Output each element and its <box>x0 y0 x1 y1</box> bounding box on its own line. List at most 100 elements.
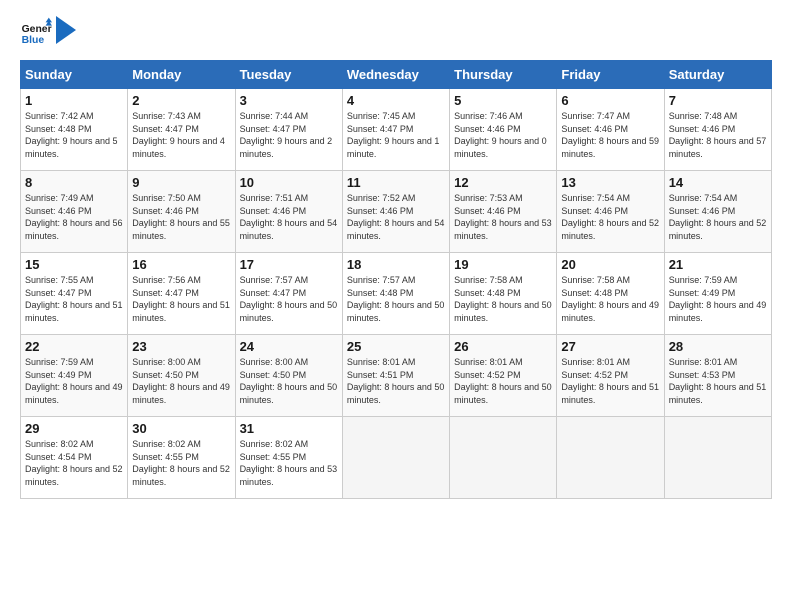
day-number: 9 <box>132 175 230 190</box>
calendar-cell: 5 Sunrise: 7:46 AMSunset: 4:46 PMDayligh… <box>450 89 557 171</box>
day-info: Sunrise: 7:47 AMSunset: 4:46 PMDaylight:… <box>561 110 659 160</box>
calendar-cell: 29 Sunrise: 8:02 AMSunset: 4:54 PMDaylig… <box>21 417 128 499</box>
day-info: Sunrise: 7:55 AMSunset: 4:47 PMDaylight:… <box>25 274 123 324</box>
day-number: 2 <box>132 93 230 108</box>
day-number: 4 <box>347 93 445 108</box>
day-number: 18 <box>347 257 445 272</box>
day-info: Sunrise: 7:54 AMSunset: 4:46 PMDaylight:… <box>561 192 659 242</box>
day-info: Sunrise: 7:56 AMSunset: 4:47 PMDaylight:… <box>132 274 230 324</box>
day-number: 6 <box>561 93 659 108</box>
day-info: Sunrise: 7:59 AMSunset: 4:49 PMDaylight:… <box>25 356 123 406</box>
weekday-header-thursday: Thursday <box>450 61 557 89</box>
day-info: Sunrise: 7:57 AMSunset: 4:47 PMDaylight:… <box>240 274 338 324</box>
calendar-cell: 18 Sunrise: 7:57 AMSunset: 4:48 PMDaylig… <box>342 253 449 335</box>
day-info: Sunrise: 7:53 AMSunset: 4:46 PMDaylight:… <box>454 192 552 242</box>
day-number: 23 <box>132 339 230 354</box>
calendar-cell: 28 Sunrise: 8:01 AMSunset: 4:53 PMDaylig… <box>664 335 771 417</box>
day-info: Sunrise: 7:44 AMSunset: 4:47 PMDaylight:… <box>240 110 338 160</box>
calendar-cell: 21 Sunrise: 7:59 AMSunset: 4:49 PMDaylig… <box>664 253 771 335</box>
calendar-cell: 13 Sunrise: 7:54 AMSunset: 4:46 PMDaylig… <box>557 171 664 253</box>
day-number: 28 <box>669 339 767 354</box>
calendar-cell: 12 Sunrise: 7:53 AMSunset: 4:46 PMDaylig… <box>450 171 557 253</box>
day-number: 13 <box>561 175 659 190</box>
calendar-cell: 26 Sunrise: 8:01 AMSunset: 4:52 PMDaylig… <box>450 335 557 417</box>
week-row-2: 8 Sunrise: 7:49 AMSunset: 4:46 PMDayligh… <box>21 171 772 253</box>
day-number: 22 <box>25 339 123 354</box>
main-container: General Blue SundayMondayTuesdayWednesda… <box>0 0 792 509</box>
day-info: Sunrise: 7:54 AMSunset: 4:46 PMDaylight:… <box>669 192 767 242</box>
calendar-cell <box>342 417 449 499</box>
weekday-header-monday: Monday <box>128 61 235 89</box>
day-info: Sunrise: 7:52 AMSunset: 4:46 PMDaylight:… <box>347 192 445 242</box>
day-number: 11 <box>347 175 445 190</box>
day-info: Sunrise: 7:57 AMSunset: 4:48 PMDaylight:… <box>347 274 445 324</box>
calendar-cell: 27 Sunrise: 8:01 AMSunset: 4:52 PMDaylig… <box>557 335 664 417</box>
calendar-cell: 7 Sunrise: 7:48 AMSunset: 4:46 PMDayligh… <box>664 89 771 171</box>
day-info: Sunrise: 7:48 AMSunset: 4:46 PMDaylight:… <box>669 110 767 160</box>
day-info: Sunrise: 8:01 AMSunset: 4:53 PMDaylight:… <box>669 356 767 406</box>
day-info: Sunrise: 8:00 AMSunset: 4:50 PMDaylight:… <box>132 356 230 406</box>
calendar-cell <box>664 417 771 499</box>
day-info: Sunrise: 7:45 AMSunset: 4:47 PMDaylight:… <box>347 110 445 160</box>
calendar-cell: 10 Sunrise: 7:51 AMSunset: 4:46 PMDaylig… <box>235 171 342 253</box>
calendar-cell: 16 Sunrise: 7:56 AMSunset: 4:47 PMDaylig… <box>128 253 235 335</box>
day-number: 21 <box>669 257 767 272</box>
calendar-cell: 17 Sunrise: 7:57 AMSunset: 4:47 PMDaylig… <box>235 253 342 335</box>
calendar-cell: 1 Sunrise: 7:42 AMSunset: 4:48 PMDayligh… <box>21 89 128 171</box>
day-number: 29 <box>25 421 123 436</box>
day-number: 25 <box>347 339 445 354</box>
day-info: Sunrise: 7:42 AMSunset: 4:48 PMDaylight:… <box>25 110 123 160</box>
calendar-cell: 24 Sunrise: 8:00 AMSunset: 4:50 PMDaylig… <box>235 335 342 417</box>
day-info: Sunrise: 8:01 AMSunset: 4:52 PMDaylight:… <box>454 356 552 406</box>
calendar-cell: 15 Sunrise: 7:55 AMSunset: 4:47 PMDaylig… <box>21 253 128 335</box>
calendar-cell: 3 Sunrise: 7:44 AMSunset: 4:47 PMDayligh… <box>235 89 342 171</box>
calendar-cell: 22 Sunrise: 7:59 AMSunset: 4:49 PMDaylig… <box>21 335 128 417</box>
calendar-cell: 2 Sunrise: 7:43 AMSunset: 4:47 PMDayligh… <box>128 89 235 171</box>
day-info: Sunrise: 7:49 AMSunset: 4:46 PMDaylight:… <box>25 192 123 242</box>
day-number: 26 <box>454 339 552 354</box>
day-info: Sunrise: 7:51 AMSunset: 4:46 PMDaylight:… <box>240 192 338 242</box>
day-info: Sunrise: 7:59 AMSunset: 4:49 PMDaylight:… <box>669 274 767 324</box>
week-row-3: 15 Sunrise: 7:55 AMSunset: 4:47 PMDaylig… <box>21 253 772 335</box>
day-number: 5 <box>454 93 552 108</box>
day-info: Sunrise: 8:01 AMSunset: 4:51 PMDaylight:… <box>347 356 445 406</box>
svg-text:Blue: Blue <box>22 35 45 46</box>
svg-text:General: General <box>22 24 52 35</box>
day-number: 7 <box>669 93 767 108</box>
day-number: 24 <box>240 339 338 354</box>
week-row-4: 22 Sunrise: 7:59 AMSunset: 4:49 PMDaylig… <box>21 335 772 417</box>
calendar-cell: 31 Sunrise: 8:02 AMSunset: 4:55 PMDaylig… <box>235 417 342 499</box>
calendar-cell: 30 Sunrise: 8:02 AMSunset: 4:55 PMDaylig… <box>128 417 235 499</box>
weekday-header-saturday: Saturday <box>664 61 771 89</box>
day-number: 16 <box>132 257 230 272</box>
calendar-cell: 19 Sunrise: 7:58 AMSunset: 4:48 PMDaylig… <box>450 253 557 335</box>
calendar-cell: 25 Sunrise: 8:01 AMSunset: 4:51 PMDaylig… <box>342 335 449 417</box>
calendar-cell: 4 Sunrise: 7:45 AMSunset: 4:47 PMDayligh… <box>342 89 449 171</box>
day-number: 17 <box>240 257 338 272</box>
calendar-cell: 14 Sunrise: 7:54 AMSunset: 4:46 PMDaylig… <box>664 171 771 253</box>
day-number: 12 <box>454 175 552 190</box>
day-number: 19 <box>454 257 552 272</box>
calendar-cell: 23 Sunrise: 8:00 AMSunset: 4:50 PMDaylig… <box>128 335 235 417</box>
calendar-cell: 20 Sunrise: 7:58 AMSunset: 4:48 PMDaylig… <box>557 253 664 335</box>
day-info: Sunrise: 7:58 AMSunset: 4:48 PMDaylight:… <box>561 274 659 324</box>
logo-arrow-icon <box>56 16 76 44</box>
calendar-table: SundayMondayTuesdayWednesdayThursdayFrid… <box>20 60 772 499</box>
day-info: Sunrise: 7:46 AMSunset: 4:46 PMDaylight:… <box>454 110 552 160</box>
header-row: SundayMondayTuesdayWednesdayThursdayFrid… <box>21 61 772 89</box>
weekday-header-friday: Friday <box>557 61 664 89</box>
logo-icon: General Blue <box>20 16 52 48</box>
day-number: 27 <box>561 339 659 354</box>
calendar-cell: 6 Sunrise: 7:47 AMSunset: 4:46 PMDayligh… <box>557 89 664 171</box>
day-number: 14 <box>669 175 767 190</box>
day-info: Sunrise: 7:50 AMSunset: 4:46 PMDaylight:… <box>132 192 230 242</box>
day-number: 8 <box>25 175 123 190</box>
day-number: 20 <box>561 257 659 272</box>
day-number: 30 <box>132 421 230 436</box>
day-info: Sunrise: 8:01 AMSunset: 4:52 PMDaylight:… <box>561 356 659 406</box>
day-info: Sunrise: 8:02 AMSunset: 4:55 PMDaylight:… <box>240 438 338 488</box>
day-info: Sunrise: 8:02 AMSunset: 4:55 PMDaylight:… <box>132 438 230 488</box>
week-row-5: 29 Sunrise: 8:02 AMSunset: 4:54 PMDaylig… <box>21 417 772 499</box>
day-number: 31 <box>240 421 338 436</box>
day-info: Sunrise: 8:00 AMSunset: 4:50 PMDaylight:… <box>240 356 338 406</box>
